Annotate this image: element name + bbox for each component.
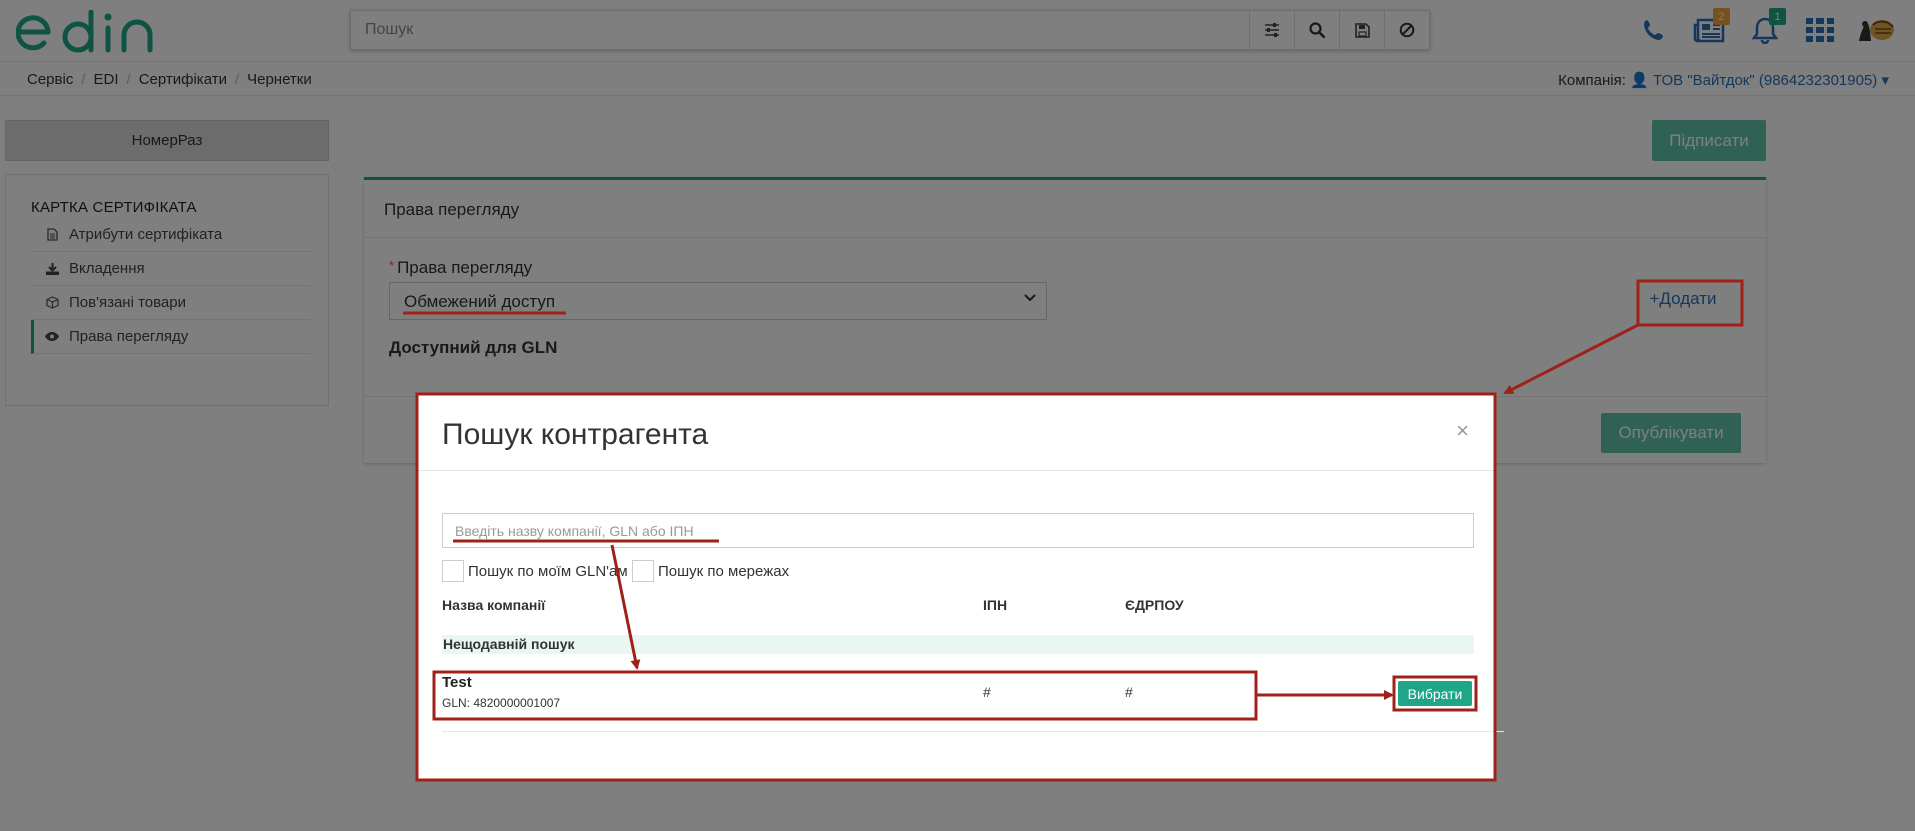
checkbox-box[interactable] — [442, 560, 464, 582]
modal-title: Пошук контрагента — [442, 418, 709, 451]
checkbox-label: Пошук по мережах — [658, 562, 790, 580]
row-divider — [442, 731, 1504, 732]
select-counterparty-button[interactable]: Вибрати — [1398, 681, 1472, 706]
search-my-gln-checkbox[interactable]: Пошук по моїм GLN'ам — [442, 560, 628, 582]
counterparty-search-modal: Пошук контрагента × Пошук по моїм GLN'ам… — [417, 394, 1504, 780]
divider — [417, 470, 1495, 471]
column-ipn: ІПН — [983, 597, 1008, 613]
counterparty-search-input[interactable] — [442, 513, 1474, 548]
result-edrpou: # — [1125, 684, 1133, 700]
result-ipn: # — [983, 684, 991, 700]
result-company-name: Test — [442, 674, 472, 691]
column-edrpou: ЄДРПОУ — [1125, 597, 1184, 613]
column-company-name: Назва компанії — [442, 597, 546, 613]
recent-search-header: Нещодавній пошук — [442, 635, 1474, 654]
close-icon[interactable]: × — [1456, 420, 1469, 442]
result-gln: GLN: 4820000001007 — [442, 696, 561, 710]
checkbox-box[interactable] — [632, 560, 654, 582]
checkbox-label: Пошук по моїм GLN'ам — [468, 562, 628, 580]
search-networks-checkbox[interactable]: Пошук по мережах — [632, 560, 789, 582]
